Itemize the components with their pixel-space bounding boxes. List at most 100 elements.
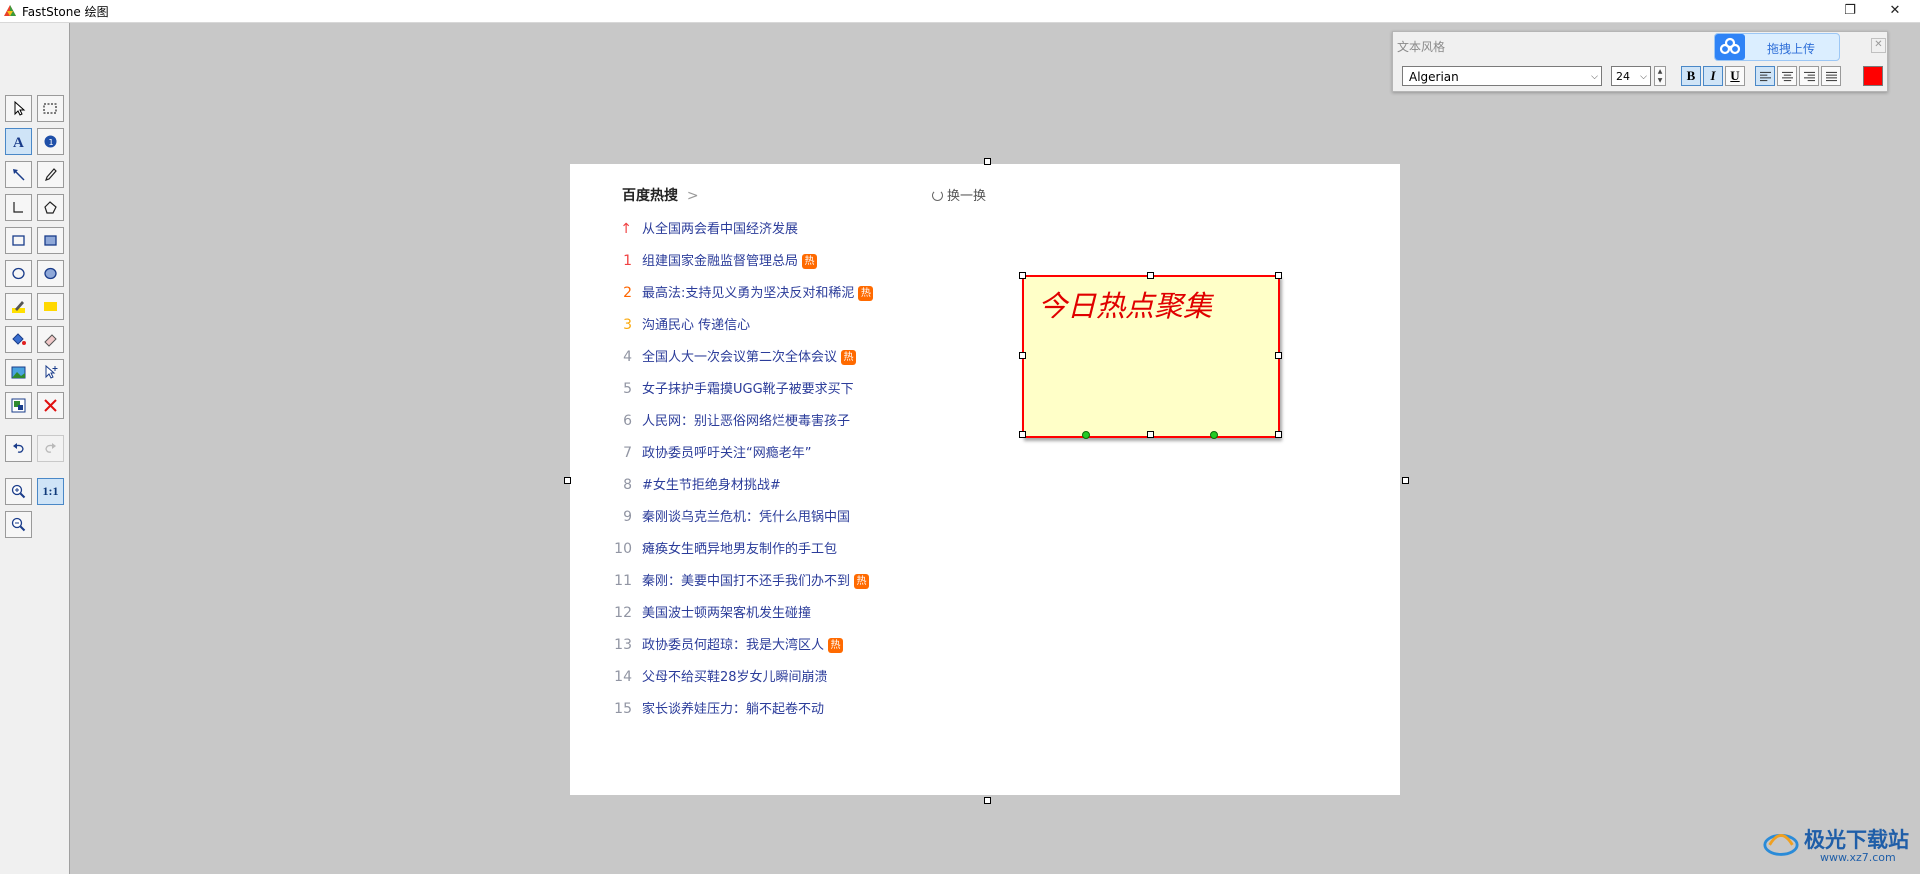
hot-search-text: 人民网：别让恶俗网络烂梗毒害孩子 bbox=[642, 414, 851, 429]
canvas-resize-handle-top[interactable] bbox=[984, 158, 991, 165]
textbox-handle-bottom-right[interactable] bbox=[1275, 431, 1282, 438]
filled-ellipse-icon bbox=[44, 267, 57, 280]
ellipse-icon bbox=[12, 267, 25, 280]
align-center-button[interactable] bbox=[1777, 66, 1797, 86]
text-color-swatch[interactable] bbox=[1863, 66, 1883, 86]
zoom-in-button[interactable] bbox=[5, 478, 32, 505]
highlighter-tool[interactable] bbox=[5, 293, 32, 320]
chevron-right-icon: > bbox=[686, 188, 699, 204]
eraser-tool[interactable] bbox=[37, 326, 64, 353]
zoom-out-icon bbox=[11, 517, 26, 532]
align-justify-button[interactable] bbox=[1821, 66, 1841, 86]
textbox-handle-top-left[interactable] bbox=[1019, 272, 1026, 279]
panel-close-button[interactable]: ✕ bbox=[1871, 38, 1886, 53]
hot-search-rank: 3 bbox=[623, 317, 632, 333]
filled-rectangle-tool[interactable] bbox=[37, 227, 64, 254]
hot-search-item: ↑ 从全国两会看中国经济发展 bbox=[614, 218, 798, 237]
text-annotation-box[interactable]: 今日热点聚集 bbox=[1022, 275, 1280, 438]
select-tool[interactable] bbox=[5, 95, 32, 122]
font-family-value: Algerian bbox=[1409, 70, 1459, 84]
hot-search-item: 2 最高法:支持见义勇为坚决反对和稀泥热 bbox=[614, 282, 874, 301]
font-size-select[interactable]: 24 ⌵ bbox=[1611, 66, 1651, 86]
faststone-logo-icon bbox=[4, 5, 16, 16]
zoom-actual-size-button[interactable]: 1:1 bbox=[37, 478, 64, 505]
hot-search-text: 瘫痪女生晒异地男友制作的手工包 bbox=[642, 542, 838, 557]
canvas-resize-handle-right[interactable] bbox=[1402, 477, 1409, 484]
drag-upload-label: 拖拽上传 bbox=[1767, 42, 1816, 56]
hot-search-item: 14 父母不给买鞋28岁女儿瞬间崩溃 bbox=[614, 666, 827, 685]
hot-search-rank: 11 bbox=[614, 573, 632, 589]
align-left-button[interactable] bbox=[1755, 66, 1775, 86]
align-right-button[interactable] bbox=[1799, 66, 1819, 86]
font-size-spinner[interactable]: ▲ ▼ bbox=[1654, 66, 1666, 86]
site-watermark: 极光下载站 www.xz7.com bbox=[1762, 820, 1920, 870]
filled-rectangle-icon bbox=[44, 235, 57, 246]
textbox-handle-right[interactable] bbox=[1275, 352, 1282, 359]
redo-button[interactable] bbox=[37, 435, 64, 462]
text-icon: A bbox=[13, 135, 24, 150]
window-title: FastStone 绘图 bbox=[22, 5, 109, 19]
arrow-tool[interactable] bbox=[5, 161, 32, 188]
textbox-handle-bottom-left[interactable] bbox=[1019, 431, 1026, 438]
zoom-out-button[interactable] bbox=[5, 511, 32, 538]
hot-search-text: 组建国家金融监督管理总局 bbox=[642, 254, 799, 269]
watermark-tool[interactable] bbox=[5, 392, 32, 419]
rectangle-tool[interactable] bbox=[5, 227, 32, 254]
hot-search-text: 全国人大一次会议第二次全体会议 bbox=[642, 350, 838, 365]
textbox-handle-left[interactable] bbox=[1019, 352, 1026, 359]
polygon-tool[interactable] bbox=[37, 194, 64, 221]
watermark-text: 极光下载站 bbox=[1804, 828, 1909, 852]
fill-bucket-icon bbox=[12, 333, 26, 345]
hot-search-rank: 13 bbox=[614, 637, 632, 653]
hot-badge: 热 bbox=[841, 350, 857, 365]
refresh-button: 换一换 bbox=[932, 185, 986, 204]
cloud-upload-icon bbox=[1715, 34, 1745, 60]
delete-tool[interactable] bbox=[37, 392, 64, 419]
drag-upload-widget[interactable]: 拖拽上传 bbox=[1714, 33, 1840, 61]
cursor-stamp-icon bbox=[45, 364, 58, 379]
textbox-handle-bottom[interactable] bbox=[1147, 431, 1154, 438]
hot-search-item: 13 政协委员何超琼：我是大湾区人热 bbox=[614, 634, 844, 653]
hot-search-item: 8 #女生节拒绝身材挑战# bbox=[614, 474, 781, 493]
font-family-select[interactable]: Algerian ⌵ bbox=[1402, 66, 1602, 86]
text-annotation-content[interactable]: 今日热点聚集 bbox=[1038, 283, 1212, 325]
canvas-resize-handle-bottom[interactable] bbox=[984, 797, 991, 804]
hot-search-item: 9 秦刚谈乌克兰危机：凭什么甩锅中国 bbox=[614, 506, 850, 525]
ellipse-tool[interactable] bbox=[5, 260, 32, 287]
text-style-caption: 文本风格 bbox=[1397, 40, 1446, 54]
delete-icon bbox=[44, 399, 57, 412]
numbered-marker-tool[interactable]: 1 bbox=[37, 128, 64, 155]
text-tool[interactable]: A bbox=[5, 128, 32, 155]
pencil-tool[interactable] bbox=[37, 161, 64, 188]
insert-image-tool[interactable] bbox=[5, 359, 32, 386]
canvas-resize-handle-left[interactable] bbox=[564, 477, 571, 484]
hot-search-item: 12 美国波士顿两架客机发生碰撞 bbox=[614, 602, 811, 621]
filled-ellipse-tool[interactable] bbox=[37, 260, 64, 287]
textbox-handle-top[interactable] bbox=[1147, 272, 1154, 279]
restore-button[interactable]: ❐ bbox=[1830, 1, 1870, 21]
rect-select-tool[interactable] bbox=[37, 95, 64, 122]
textbox-callout-handle[interactable] bbox=[1082, 431, 1090, 439]
hot-search-rank: 2 bbox=[623, 285, 632, 301]
align-left-icon bbox=[1759, 71, 1771, 81]
watermark-logo-icon bbox=[1763, 833, 1799, 856]
bold-button[interactable]: B bbox=[1681, 66, 1701, 86]
close-button[interactable]: ✕ bbox=[1875, 1, 1915, 21]
hot-search-rank: ↑ bbox=[620, 221, 632, 237]
align-right-icon bbox=[1803, 71, 1815, 81]
underline-button[interactable]: U bbox=[1725, 66, 1745, 86]
hot-search-rank: 14 bbox=[614, 669, 632, 685]
italic-button[interactable]: I bbox=[1703, 66, 1723, 86]
filled-highlight-tool[interactable] bbox=[37, 293, 64, 320]
textbox-handle-top-right[interactable] bbox=[1275, 272, 1282, 279]
cursor-stamp-tool[interactable] bbox=[37, 359, 64, 386]
fill-bucket-tool[interactable] bbox=[5, 326, 32, 353]
textbox-callout-handle[interactable] bbox=[1210, 431, 1218, 439]
line-tool[interactable] bbox=[5, 194, 32, 221]
polygon-icon bbox=[44, 201, 57, 214]
hot-search-rank: 10 bbox=[614, 541, 632, 557]
arrow-icon bbox=[13, 169, 25, 181]
undo-button[interactable] bbox=[5, 435, 32, 462]
svg-text:1: 1 bbox=[49, 138, 54, 147]
chevron-down-icon: ⌵ bbox=[1591, 72, 1598, 82]
